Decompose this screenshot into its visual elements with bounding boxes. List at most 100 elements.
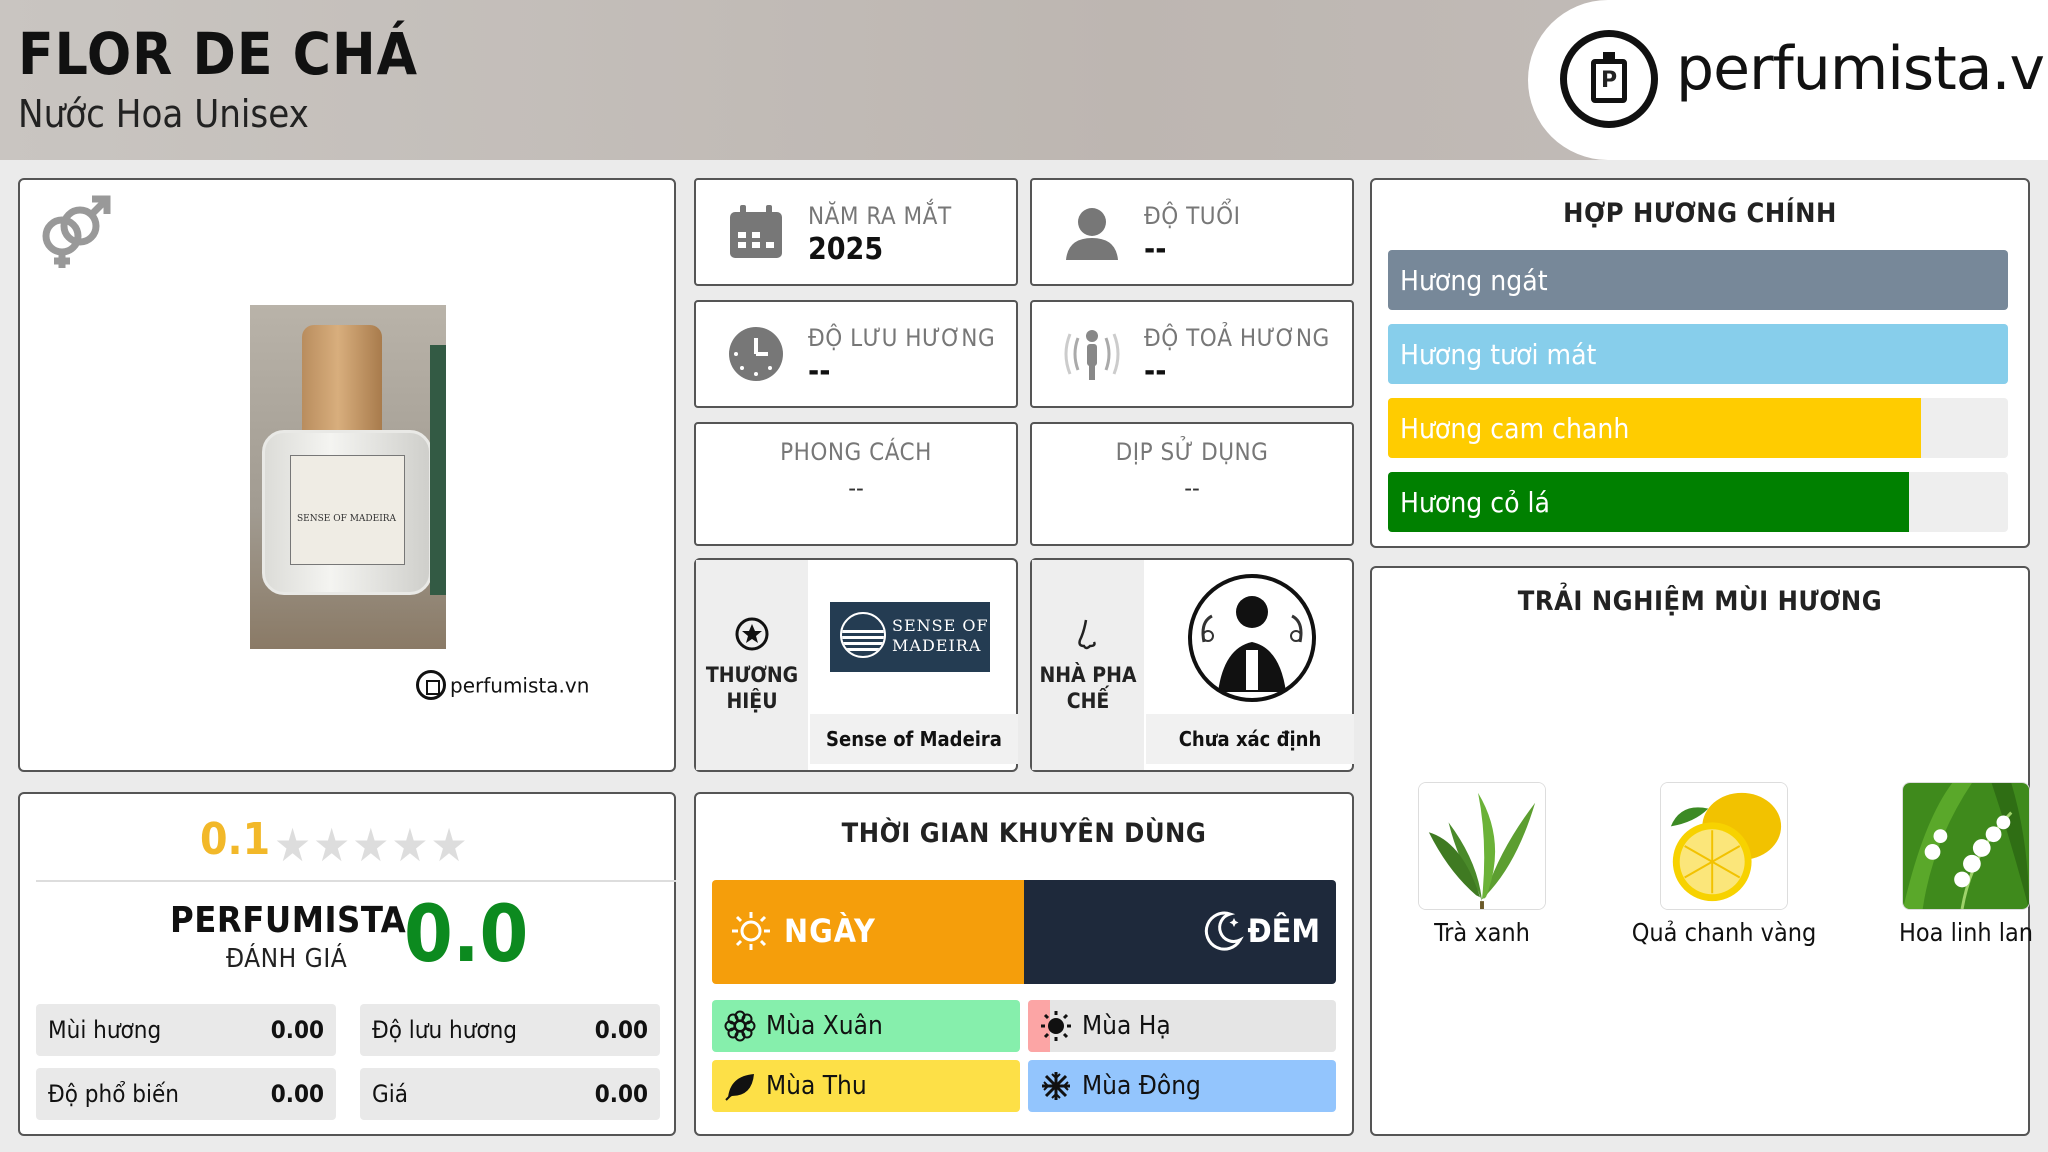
main-accords-card: HỢP HƯƠNG CHÍNH Hương ngát Hương tươi mát… (1370, 178, 2030, 548)
rating-card: 0.1 ★★★★★★ PERFUMISTA ĐÁNH GIÁ 0.0 Mùi h… (18, 792, 676, 1136)
longevity-value: -- (808, 354, 831, 389)
notes-title: TRẢI NGHIỆM MÙI HƯƠNG (1517, 586, 1883, 617)
accord-bar: Hương cam chanh (1388, 398, 2008, 458)
note-label: Quả chanh vàng (1631, 918, 1817, 947)
metric-label: Mùi hương (48, 1016, 162, 1044)
accord-bar: Hương tươi mát (1388, 324, 2008, 384)
perfumista-title: PERFUMISTA (170, 900, 407, 941)
accords-title: HỢP HƯƠNG CHÍNH (1563, 198, 1837, 229)
occasion-value: -- (1184, 474, 1200, 502)
day-night-bar: NGÀY ĐÊM (712, 880, 1336, 984)
brand-name: Sense of Madeira (810, 714, 1018, 764)
sun-icon (1041, 1011, 1071, 1041)
brand-label: THƯƠNG HIỆU (705, 663, 799, 713)
time-title: THỜI GIAN KHUYÊN DÙNG (841, 818, 1207, 849)
age-card: ĐỘ TUỔI -- (1030, 178, 1354, 286)
brand-logo-image: SENSE OF MADEIRA (810, 562, 1000, 714)
metric-label: Độ phổ biến (48, 1080, 179, 1108)
season-label: Mùa Đông (1082, 1071, 1201, 1101)
style-card: PHONG CÁCH -- (694, 422, 1018, 546)
star-badge-icon (735, 617, 769, 651)
season-winter: Mùa Đông (1028, 1060, 1336, 1112)
style-label: PHONG CÁCH (780, 438, 932, 466)
accord-label: Hương tươi mát (1400, 338, 1597, 371)
style-value: -- (848, 474, 864, 502)
accord-label: Hương ngát (1400, 264, 1548, 297)
star-3-icon: ★ (352, 818, 392, 872)
accord-label: Hương cam chanh (1400, 412, 1630, 445)
unisex-gender-icon (42, 195, 111, 268)
calendar-icon (730, 205, 782, 258)
metric-value: 0.00 (270, 1080, 324, 1108)
metric-value: 0.00 (594, 1016, 648, 1044)
metric-value: 0.00 (270, 1016, 324, 1044)
product-image-card: SENSE OF MADEIRA perfumista.vn (18, 178, 676, 772)
header-bar: FLOR DE CHÁ Nước Hoa Unisex P perfumista… (0, 0, 2048, 160)
brand-logo[interactable]: P perfumista.vn (1528, 0, 2048, 160)
perfumer-avatar (1188, 574, 1316, 702)
metric-label: Giá (372, 1080, 408, 1108)
snowflake-icon (1042, 1072, 1070, 1100)
night-segment: ĐÊM (1024, 880, 1336, 984)
launch-year-label: NĂM RA MẮT (808, 202, 952, 230)
photo-watermark: perfumista.vn (416, 670, 589, 702)
perfumista-subtitle: ĐÁNH GIÁ (226, 944, 348, 974)
day-segment: NGÀY (712, 880, 1024, 984)
day-label: NGÀY (784, 912, 876, 950)
moon-icon (1204, 911, 1244, 951)
note-label: Hoa linh lan (1898, 918, 2034, 947)
brand-logo-line2: MADEIRA (892, 636, 982, 655)
star-rating: ★★★★★★ (274, 818, 470, 872)
occasion-label: DỊP SỬ DỤNG (1115, 438, 1269, 466)
lemon-image (1660, 782, 1788, 910)
longevity-card: ĐỘ LƯU HƯƠNG -- (694, 300, 1018, 408)
accord-label: Hương cỏ lá (1400, 486, 1550, 519)
night-label: ĐÊM (1247, 912, 1320, 950)
logo-text: perfumista.vn (1676, 34, 2048, 104)
green-tea-leaf-image (1418, 782, 1546, 910)
nose-icon (1078, 619, 1096, 650)
leaf-icon (725, 1074, 754, 1101)
page-subtitle: Nước Hoa Unisex (18, 92, 309, 136)
launch-year-value: 2025 (808, 232, 884, 267)
brand-card[interactable]: THƯƠNG HIỆU SENSE OF MADEIRA Sense of Mad… (694, 558, 1018, 772)
season-label: Mùa Xuân (766, 1011, 883, 1041)
sillage-card: ĐỘ TOẢ HƯƠNG -- (1030, 300, 1354, 408)
clock-icon (729, 327, 783, 381)
metric-popularity: Độ phổ biến 0.00 (36, 1068, 336, 1120)
season-spring: Mùa Xuân (712, 1000, 1020, 1052)
longevity-label: ĐỘ LƯU HƯƠNG (808, 324, 996, 352)
perfume-bottle-icon: P (1560, 30, 1658, 128)
recommended-time-card: THỜI GIAN KHUYÊN DÙNG NGÀY ĐÊM Mùa Xuân … (694, 792, 1354, 1136)
flower-icon (724, 1010, 756, 1042)
product-photo: SENSE OF MADEIRA (250, 305, 446, 649)
person-icon (1066, 208, 1118, 260)
star-4-icon: ★ (391, 818, 431, 872)
sillage-label: ĐỘ TOẢ HƯƠNG (1144, 324, 1330, 352)
launch-year-card: NĂM RA MẮT 2025 (694, 178, 1018, 286)
age-label: ĐỘ TUỔI (1144, 202, 1241, 230)
rating-divider (36, 880, 676, 882)
page-title: FLOR DE CHÁ (18, 20, 419, 88)
season-label: Mùa Hạ (1082, 1011, 1171, 1041)
perfumer-label: NHÀ PHA CHẾ (1039, 663, 1137, 713)
metric-scent: Mùi hương 0.00 (36, 1004, 336, 1056)
average-rating: 0.1 (200, 814, 271, 865)
accord-bar: Hương ngát (1388, 250, 2008, 310)
perfumer-card[interactable]: NHÀ PHA CHẾ Chưa xác định (1030, 558, 1354, 772)
sun-icon (732, 912, 770, 950)
sillage-value: -- (1144, 354, 1167, 389)
perfumista-score: 0.0 (404, 890, 529, 980)
season-summer: Mùa Hạ (1028, 1000, 1336, 1052)
scent-notes-card: TRẢI NGHIỆM MÙI HƯƠNG Trà xanh Quả chanh… (1370, 566, 2033, 1136)
age-value: -- (1144, 232, 1167, 267)
accord-bar: Hương cỏ lá (1388, 472, 2008, 532)
season-label: Mùa Thu (766, 1071, 867, 1101)
metric-price: Giá 0.00 (360, 1068, 660, 1120)
lily-of-the-valley-image (1902, 782, 2030, 910)
star-1-rest-icon: ★ (274, 818, 314, 872)
metric-longevity: Độ lưu hương 0.00 (360, 1004, 660, 1056)
season-autumn: Mùa Thu (712, 1060, 1020, 1112)
note-label: Trà xanh (1434, 918, 1530, 947)
star-5-icon: ★ (430, 818, 470, 872)
